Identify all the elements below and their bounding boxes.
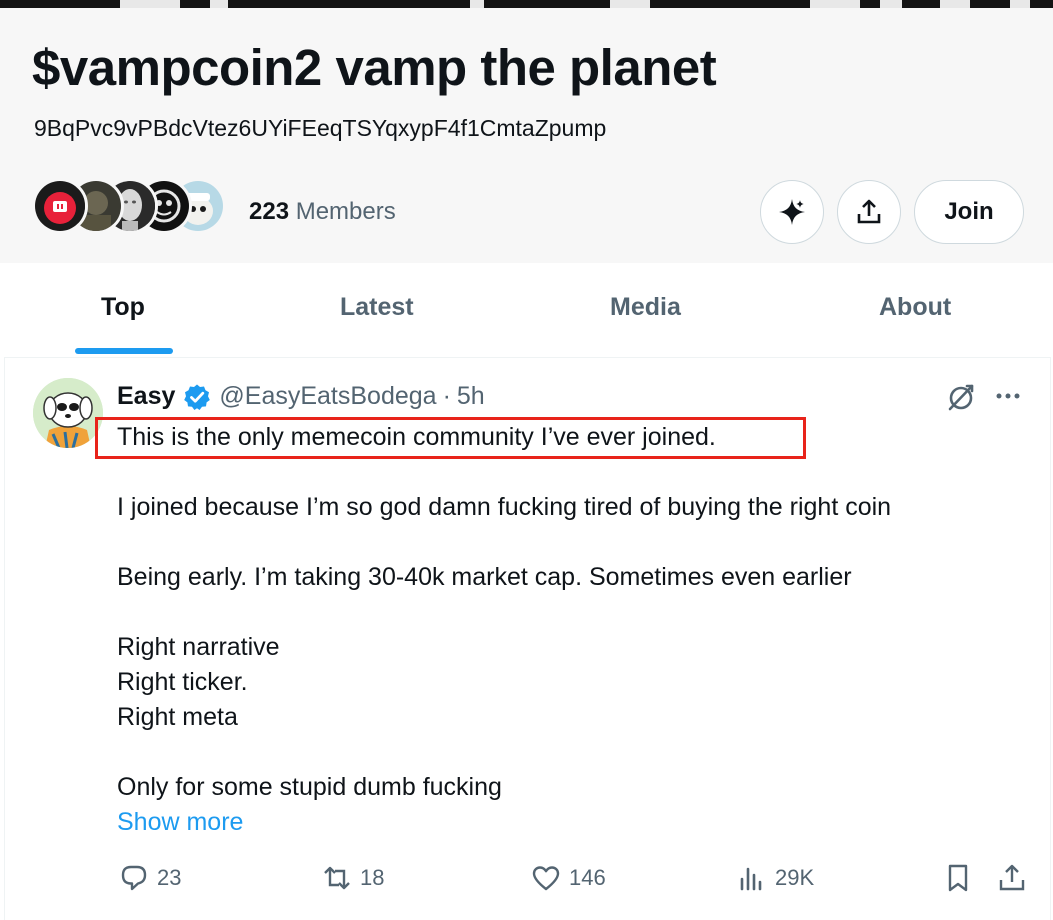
grok-button[interactable] xyxy=(760,180,824,244)
views-icon xyxy=(740,867,762,891)
join-button[interactable]: Join xyxy=(914,180,1024,244)
views-count: 29K xyxy=(775,865,815,890)
post[interactable]: Easy @EasyEatsBodega · 5h This is the on… xyxy=(4,358,1051,920)
tab-about[interactable]: About xyxy=(879,293,951,322)
post-text-line: Right meta xyxy=(117,703,238,731)
post-text-line: Right ticker. xyxy=(117,668,248,696)
member-count-number: 223 xyxy=(249,198,290,225)
reply-icon xyxy=(121,865,147,891)
repost-count: 18 xyxy=(360,865,385,890)
member-avatars[interactable] xyxy=(32,178,232,238)
community-title: $vampcoin2 vamp the planet xyxy=(32,39,717,96)
share-post-button[interactable] xyxy=(997,858,1027,898)
like-icon xyxy=(532,866,560,891)
views-button[interactable]: 29K xyxy=(737,858,814,898)
member-avatar xyxy=(32,178,88,234)
post-text-line: I joined because I’m so god damn fucking… xyxy=(117,493,892,521)
tab-media[interactable]: Media xyxy=(610,293,681,322)
show-more-link[interactable]: Show more xyxy=(117,805,243,840)
share-post-icon xyxy=(999,864,1025,891)
separator: · xyxy=(442,382,451,410)
repost-button[interactable]: 18 xyxy=(322,858,384,898)
tab-top[interactable]: Top xyxy=(101,293,145,322)
post-text-line: Only for some stupid dumb fucking xyxy=(117,773,502,801)
community-tabs: Top Latest Media About xyxy=(4,263,1051,358)
bookmark-button[interactable] xyxy=(943,858,973,898)
author-handle[interactable]: @EasyEatsBodega xyxy=(219,382,436,411)
share-icon xyxy=(857,199,881,224)
member-count-label: Members xyxy=(295,198,396,225)
like-button[interactable]: 146 xyxy=(531,858,606,898)
community-header: $vampcoin2 vamp the planet 9BqPvc9vPBdcV… xyxy=(0,8,1053,263)
grok-icon xyxy=(779,199,805,225)
highlight-annotation xyxy=(95,417,806,459)
grok-post-icon[interactable] xyxy=(945,381,977,413)
tab-latest[interactable]: Latest xyxy=(340,293,414,322)
post-timestamp[interactable]: 5h xyxy=(457,382,485,411)
bookmark-icon xyxy=(948,864,968,892)
post-header: Easy @EasyEatsBodega · 5h xyxy=(117,382,485,411)
repost-icon xyxy=(324,866,350,890)
contract-address: 9BqPvc9vPBdcVtez6UYiFEeqTSYqxypF4f1CmtaZ… xyxy=(34,115,607,141)
reply-button[interactable]: 23 xyxy=(119,858,181,898)
share-button[interactable] xyxy=(837,180,901,244)
verified-badge-icon xyxy=(184,384,211,410)
post-text-line: Being early. I’m taking 30-40k market ca… xyxy=(117,563,852,591)
active-tab-indicator xyxy=(75,348,173,354)
more-icon[interactable] xyxy=(993,384,1023,408)
reply-count: 23 xyxy=(157,865,182,890)
banner-image xyxy=(0,0,1053,8)
like-count: 146 xyxy=(569,865,606,890)
member-count[interactable]: 223 Members xyxy=(249,198,396,226)
author-name[interactable]: Easy xyxy=(117,382,175,411)
author-avatar[interactable] xyxy=(33,378,103,448)
post-text-line: Right narrative xyxy=(117,633,280,661)
